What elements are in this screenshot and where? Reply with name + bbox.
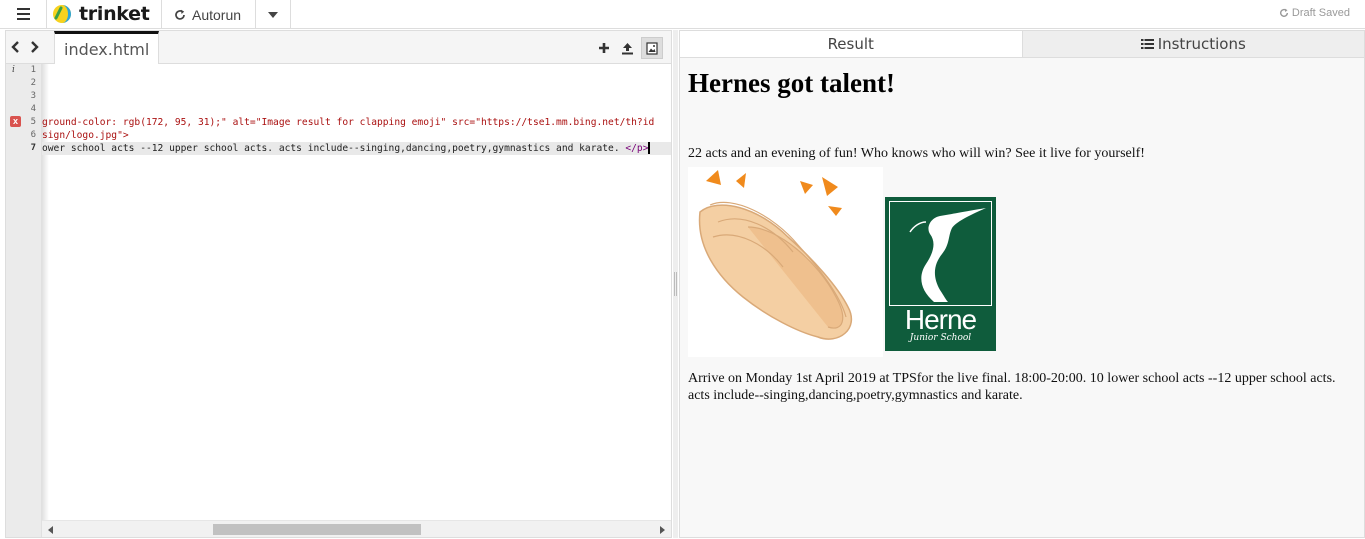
autorun-dropdown-button[interactable] (256, 0, 290, 29)
draft-status-label: Draft Saved (1291, 7, 1350, 19)
logo-subtitle: Junior School (909, 333, 972, 343)
refresh-icon (1279, 8, 1288, 17)
intro-paragraph: 22 acts and an evening of fun! Who knows… (688, 146, 1145, 161)
file-tab-label: index.html (64, 39, 150, 59)
result-pane: Result Instructions Hernes got talent! 2… (679, 30, 1365, 538)
trinket-logo[interactable]: trinket (52, 3, 150, 25)
line-number: 2 (30, 78, 36, 88)
herne-school-logo: Herne Junior School (885, 197, 996, 351)
line-number: 5 (30, 117, 36, 127)
caret-down-icon (268, 11, 278, 18)
logo-text: trinket (79, 3, 150, 25)
logo-frame (889, 201, 992, 306)
tab-result[interactable]: Result (680, 31, 1022, 57)
scrollbar-thumb[interactable] (213, 524, 421, 535)
divider (161, 0, 162, 29)
trinket-logo-icon (53, 5, 71, 23)
result-tabs: Result Instructions (680, 31, 1364, 58)
clapping-hands-image (688, 167, 883, 357)
line-number: 4 (30, 104, 36, 114)
editor-toolbar (595, 37, 663, 59)
heron-icon (909, 208, 986, 302)
upload-icon (621, 42, 633, 54)
line-number: 6 (30, 130, 36, 140)
autorun-label: Autorun (192, 6, 242, 23)
chevron-left-icon[interactable] (10, 40, 21, 54)
scroll-right-icon[interactable] (660, 526, 665, 534)
editor-header: index.html (6, 31, 671, 64)
result-output: Hernes got talent! 22 acts and an evenin… (680, 58, 1364, 537)
code-line-7-text: ower school acts --12 upper school acts.… (42, 143, 626, 154)
line-gutter: i x 1 2 3 4 5 6 7 (6, 64, 42, 537)
scroll-left-icon[interactable] (48, 526, 53, 534)
file-tab-index[interactable]: index.html (54, 31, 160, 64)
code-area[interactable]: ground-color: rgb(172, 95, 31);" alt="Im… (42, 64, 671, 520)
autorun-button[interactable]: Autorun (166, 0, 249, 29)
draft-status: Draft Saved (1279, 7, 1350, 19)
tab-instructions[interactable]: Instructions (1021, 31, 1364, 57)
code-line-7: ower school acts --12 upper school acts.… (42, 142, 651, 155)
divider (290, 0, 291, 29)
resize-grip-icon (674, 272, 677, 296)
clapping-hands-icon (698, 170, 853, 340)
code-line-5: ground-color: rgb(172, 95, 31);" alt="Im… (42, 117, 655, 128)
pane-resizer[interactable] (673, 30, 678, 538)
menu-icon[interactable] (9, 4, 37, 24)
line-number: 3 (30, 91, 36, 101)
list-icon (1140, 39, 1154, 49)
add-file-button[interactable] (595, 38, 613, 58)
plus-icon (599, 43, 609, 53)
details-paragraph: Arrive on Monday 1st April 2019 at TPSfo… (688, 371, 1336, 403)
upload-button[interactable] (618, 38, 636, 58)
image-library-button[interactable] (641, 37, 663, 59)
logo-name: Herne (904, 304, 977, 335)
top-bar: trinket Autorun Draft Saved (0, 0, 1365, 29)
horizontal-scrollbar[interactable] (42, 520, 671, 537)
page-title: Hernes got talent! (688, 68, 895, 98)
editor-pane: index.html i x 1 2 3 4 5 6 7 ground-colo… (5, 30, 672, 538)
file-nav (10, 40, 40, 54)
tab-result-label: Result (827, 35, 874, 53)
divider (46, 0, 47, 29)
closing-p-tag: </p> (625, 143, 649, 154)
line-number: 7 (30, 143, 36, 153)
tab-instructions-label: Instructions (1157, 35, 1246, 53)
refresh-icon (175, 9, 185, 20)
code-line-6: sign/logo.jpg"> (42, 130, 129, 141)
line-number: 1 (30, 65, 36, 75)
image-icon (646, 41, 658, 55)
text-cursor (648, 142, 651, 154)
chevron-right-icon[interactable] (29, 40, 40, 54)
